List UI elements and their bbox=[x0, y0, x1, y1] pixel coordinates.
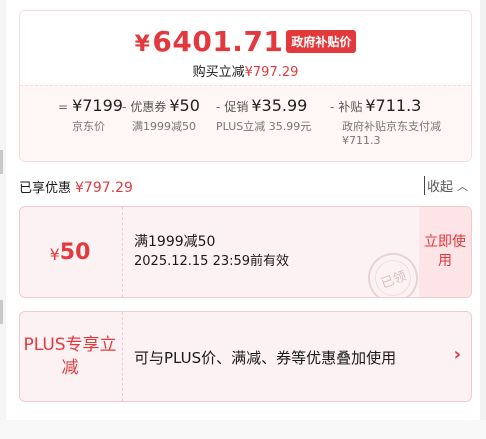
coupon-info: 满1999减50 2025.12.15 23:59前有效 bbox=[134, 233, 289, 271]
collapse-button[interactable]: 收起 ︿ bbox=[424, 176, 468, 195]
coupon-title: 满1999减50 bbox=[134, 234, 216, 250]
plus-discount-card[interactable]: PLUS专享立减 可与PLUS价、满减、券等优惠叠加使用 › bbox=[19, 311, 472, 402]
page-right-edge bbox=[480, 0, 486, 439]
saving-label: 购买立减 bbox=[192, 65, 245, 80]
enjoyed-discount-header: 已享优惠 ¥797.29 bbox=[19, 177, 133, 196]
chevron-right-icon[interactable]: › bbox=[454, 344, 461, 365]
enjoyed-label: 已享优惠 bbox=[19, 181, 72, 196]
formula-subsidy: - 补贴 ¥711.3 政府补贴京东支付减¥711.3 bbox=[330, 96, 441, 147]
coupon-divider bbox=[122, 207, 123, 297]
gov-subsidy-badge: 政府补贴价 bbox=[286, 30, 357, 53]
formula-jd-price: = ¥7199 京东价 bbox=[58, 96, 123, 133]
formula-coupon: - 优惠券 ¥50 满1999减50 bbox=[122, 96, 200, 133]
final-price: ¥6401.71 bbox=[134, 25, 284, 58]
coupon-amount: ¥50 bbox=[49, 239, 91, 265]
enjoyed-amount: ¥797.29 bbox=[75, 180, 133, 196]
bottom-bar bbox=[0, 420, 486, 439]
coupon-expiry: 2025.12.15 23:59前有效 bbox=[134, 254, 290, 269]
final-price-section: ¥6401.71 政府补贴价 购买立减¥797.29 bbox=[20, 11, 471, 85]
coupon-card[interactable]: ¥50 满1999减50 2025.12.15 23:59前有效 已领 立即使用 bbox=[19, 206, 472, 298]
plus-divider bbox=[122, 312, 123, 401]
chevron-up-icon: ︿ bbox=[457, 180, 469, 193]
plus-tag: PLUS专享立减 bbox=[23, 334, 117, 378]
purchase-saving: 购买立减¥797.29 bbox=[20, 61, 471, 80]
use-now-button[interactable]: 立即使用 bbox=[419, 207, 471, 297]
edge-marker bbox=[0, 150, 3, 174]
saving-amount: ¥797.29 bbox=[244, 65, 299, 80]
price-formula-section: = ¥7199 京东价 - 优惠券 ¥50 满1999减50 - 促销 ¥35.99 PL… bbox=[20, 85, 471, 161]
price-breakdown-card: ¥6401.71 政府补贴价 购买立减¥797.29 = ¥7199 京东价 -优… bbox=[19, 10, 472, 162]
plus-description: 可与PLUS价、满减、券等优惠叠加使用 bbox=[134, 349, 397, 367]
formula-promotion: - 促销 ¥35.99 PLUS立减 35.99元 bbox=[216, 96, 312, 133]
claimed-stamp-icon: 已领 bbox=[360, 245, 426, 297]
discount-detail-panel: ¥6401.71 政府补贴价 购买立减¥797.29 = ¥7199 京东价 -优… bbox=[6, 0, 480, 439]
edge-marker bbox=[0, 300, 3, 324]
